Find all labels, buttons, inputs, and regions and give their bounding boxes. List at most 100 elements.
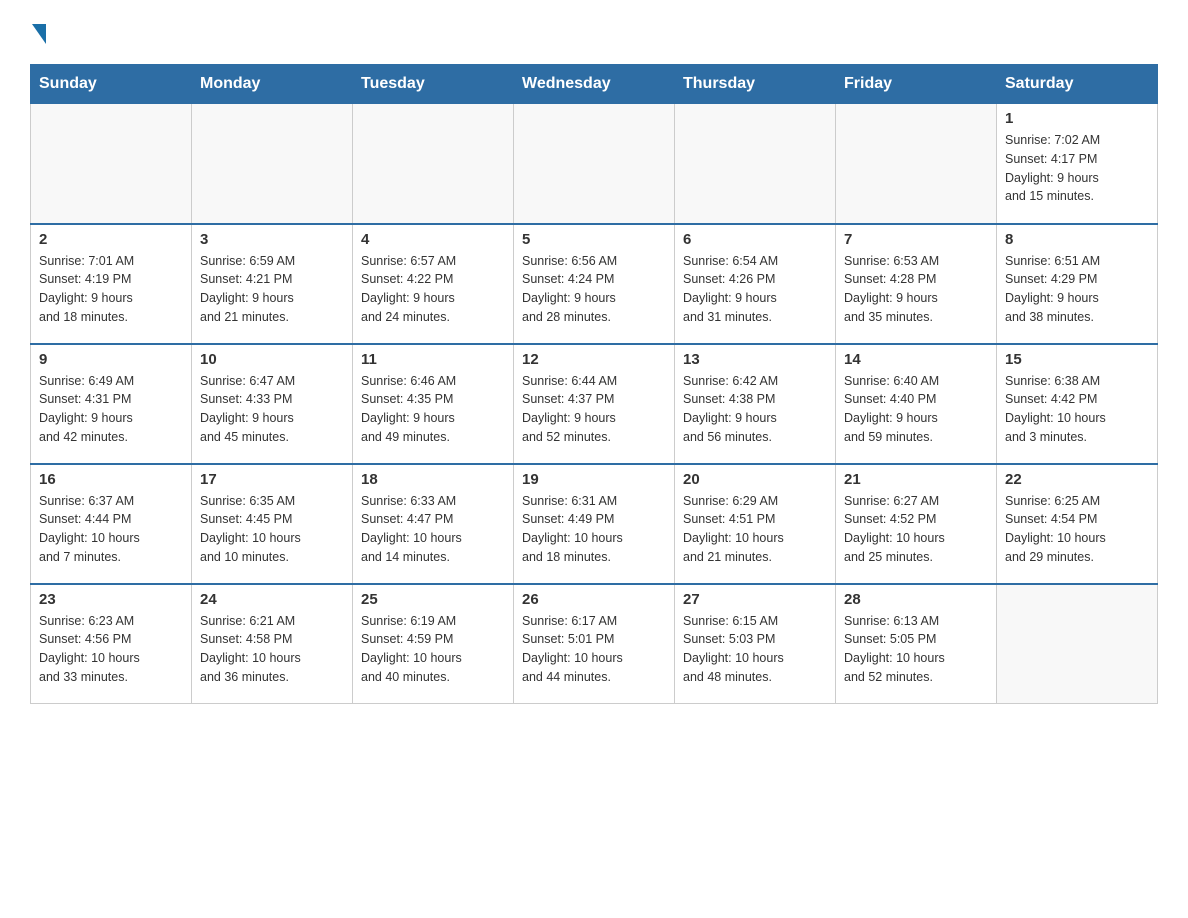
day-number: 6 bbox=[683, 231, 827, 248]
calendar-week-row: 9 Sunrise: 6:49 AM Sunset: 4:31 PM Daylig… bbox=[31, 344, 1158, 464]
weekday-header-sunday: Sunday bbox=[31, 65, 192, 104]
logo-triangle-icon bbox=[32, 24, 46, 44]
calendar-day-cell: 27 Sunrise: 6:15 AM Sunset: 5:03 PM Dayli… bbox=[675, 584, 836, 704]
weekday-header-row: SundayMondayTuesdayWednesdayThursdayFrid… bbox=[31, 65, 1158, 104]
day-info: Sunrise: 6:44 AM Sunset: 4:37 PM Dayligh… bbox=[522, 372, 666, 447]
day-info: Sunrise: 6:17 AM Sunset: 5:01 PM Dayligh… bbox=[522, 612, 666, 687]
calendar-day-cell: 16 Sunrise: 6:37 AM Sunset: 4:44 PM Dayli… bbox=[31, 464, 192, 584]
calendar-week-row: 16 Sunrise: 6:37 AM Sunset: 4:44 PM Dayli… bbox=[31, 464, 1158, 584]
day-number: 15 bbox=[1005, 351, 1149, 368]
calendar-day-cell: 19 Sunrise: 6:31 AM Sunset: 4:49 PM Dayli… bbox=[514, 464, 675, 584]
day-number: 5 bbox=[522, 231, 666, 248]
calendar-day-cell: 28 Sunrise: 6:13 AM Sunset: 5:05 PM Dayli… bbox=[836, 584, 997, 704]
calendar-day-cell: 24 Sunrise: 6:21 AM Sunset: 4:58 PM Dayli… bbox=[192, 584, 353, 704]
day-info: Sunrise: 6:31 AM Sunset: 4:49 PM Dayligh… bbox=[522, 492, 666, 567]
day-info: Sunrise: 6:25 AM Sunset: 4:54 PM Dayligh… bbox=[1005, 492, 1149, 567]
day-info: Sunrise: 7:01 AM Sunset: 4:19 PM Dayligh… bbox=[39, 252, 183, 327]
calendar-day-cell: 7 Sunrise: 6:53 AM Sunset: 4:28 PM Daylig… bbox=[836, 224, 997, 344]
day-number: 3 bbox=[200, 231, 344, 248]
day-number: 13 bbox=[683, 351, 827, 368]
calendar-day-cell: 21 Sunrise: 6:27 AM Sunset: 4:52 PM Dayli… bbox=[836, 464, 997, 584]
day-number: 28 bbox=[844, 591, 988, 608]
calendar-day-cell bbox=[353, 104, 514, 224]
day-info: Sunrise: 6:37 AM Sunset: 4:44 PM Dayligh… bbox=[39, 492, 183, 567]
day-info: Sunrise: 6:40 AM Sunset: 4:40 PM Dayligh… bbox=[844, 372, 988, 447]
day-info: Sunrise: 6:38 AM Sunset: 4:42 PM Dayligh… bbox=[1005, 372, 1149, 447]
calendar-week-row: 2 Sunrise: 7:01 AM Sunset: 4:19 PM Daylig… bbox=[31, 224, 1158, 344]
calendar-day-cell: 26 Sunrise: 6:17 AM Sunset: 5:01 PM Dayli… bbox=[514, 584, 675, 704]
day-number: 4 bbox=[361, 231, 505, 248]
day-number: 12 bbox=[522, 351, 666, 368]
logo bbox=[30, 20, 46, 44]
day-info: Sunrise: 6:13 AM Sunset: 5:05 PM Dayligh… bbox=[844, 612, 988, 687]
day-info: Sunrise: 6:27 AM Sunset: 4:52 PM Dayligh… bbox=[844, 492, 988, 567]
calendar-day-cell bbox=[675, 104, 836, 224]
calendar-day-cell: 10 Sunrise: 6:47 AM Sunset: 4:33 PM Dayli… bbox=[192, 344, 353, 464]
day-number: 20 bbox=[683, 471, 827, 488]
calendar-day-cell: 11 Sunrise: 6:46 AM Sunset: 4:35 PM Dayli… bbox=[353, 344, 514, 464]
day-number: 26 bbox=[522, 591, 666, 608]
weekday-header-tuesday: Tuesday bbox=[353, 65, 514, 104]
day-number: 21 bbox=[844, 471, 988, 488]
day-number: 8 bbox=[1005, 231, 1149, 248]
day-info: Sunrise: 6:29 AM Sunset: 4:51 PM Dayligh… bbox=[683, 492, 827, 567]
day-number: 24 bbox=[200, 591, 344, 608]
calendar-day-cell: 20 Sunrise: 6:29 AM Sunset: 4:51 PM Dayli… bbox=[675, 464, 836, 584]
page-header bbox=[30, 20, 1158, 44]
calendar-week-row: 1 Sunrise: 7:02 AM Sunset: 4:17 PM Daylig… bbox=[31, 104, 1158, 224]
calendar-table: SundayMondayTuesdayWednesdayThursdayFrid… bbox=[30, 64, 1158, 704]
weekday-header-friday: Friday bbox=[836, 65, 997, 104]
calendar-day-cell: 14 Sunrise: 6:40 AM Sunset: 4:40 PM Dayli… bbox=[836, 344, 997, 464]
day-info: Sunrise: 6:15 AM Sunset: 5:03 PM Dayligh… bbox=[683, 612, 827, 687]
weekday-header-thursday: Thursday bbox=[675, 65, 836, 104]
calendar-day-cell: 12 Sunrise: 6:44 AM Sunset: 4:37 PM Dayli… bbox=[514, 344, 675, 464]
day-number: 2 bbox=[39, 231, 183, 248]
day-number: 27 bbox=[683, 591, 827, 608]
calendar-day-cell: 23 Sunrise: 6:23 AM Sunset: 4:56 PM Dayli… bbox=[31, 584, 192, 704]
day-info: Sunrise: 6:56 AM Sunset: 4:24 PM Dayligh… bbox=[522, 252, 666, 327]
day-number: 9 bbox=[39, 351, 183, 368]
day-info: Sunrise: 6:51 AM Sunset: 4:29 PM Dayligh… bbox=[1005, 252, 1149, 327]
calendar-day-cell: 13 Sunrise: 6:42 AM Sunset: 4:38 PM Dayli… bbox=[675, 344, 836, 464]
calendar-day-cell bbox=[31, 104, 192, 224]
day-info: Sunrise: 6:23 AM Sunset: 4:56 PM Dayligh… bbox=[39, 612, 183, 687]
day-number: 16 bbox=[39, 471, 183, 488]
calendar-day-cell: 25 Sunrise: 6:19 AM Sunset: 4:59 PM Dayli… bbox=[353, 584, 514, 704]
day-number: 11 bbox=[361, 351, 505, 368]
day-info: Sunrise: 6:46 AM Sunset: 4:35 PM Dayligh… bbox=[361, 372, 505, 447]
calendar-day-cell: 22Sunrise: 6:25 AM Sunset: 4:54 PM Dayli… bbox=[997, 464, 1158, 584]
calendar-day-cell: 1 Sunrise: 7:02 AM Sunset: 4:17 PM Daylig… bbox=[997, 104, 1158, 224]
weekday-header-monday: Monday bbox=[192, 65, 353, 104]
weekday-header-wednesday: Wednesday bbox=[514, 65, 675, 104]
day-number: 25 bbox=[361, 591, 505, 608]
day-info: Sunrise: 6:33 AM Sunset: 4:47 PM Dayligh… bbox=[361, 492, 505, 567]
day-info: Sunrise: 6:49 AM Sunset: 4:31 PM Dayligh… bbox=[39, 372, 183, 447]
calendar-day-cell: 6 Sunrise: 6:54 AM Sunset: 4:26 PM Daylig… bbox=[675, 224, 836, 344]
day-number: 17 bbox=[200, 471, 344, 488]
day-number: 23 bbox=[39, 591, 183, 608]
calendar-day-cell: 3Sunrise: 6:59 AM Sunset: 4:21 PM Daylig… bbox=[192, 224, 353, 344]
day-info: Sunrise: 6:54 AM Sunset: 4:26 PM Dayligh… bbox=[683, 252, 827, 327]
calendar-day-cell: 8 Sunrise: 6:51 AM Sunset: 4:29 PM Daylig… bbox=[997, 224, 1158, 344]
day-info: Sunrise: 6:47 AM Sunset: 4:33 PM Dayligh… bbox=[200, 372, 344, 447]
day-info: Sunrise: 6:42 AM Sunset: 4:38 PM Dayligh… bbox=[683, 372, 827, 447]
day-info: Sunrise: 7:02 AM Sunset: 4:17 PM Dayligh… bbox=[1005, 131, 1149, 206]
calendar-day-cell: 15 Sunrise: 6:38 AM Sunset: 4:42 PM Dayli… bbox=[997, 344, 1158, 464]
day-info: Sunrise: 6:19 AM Sunset: 4:59 PM Dayligh… bbox=[361, 612, 505, 687]
calendar-day-cell: 17 Sunrise: 6:35 AM Sunset: 4:45 PM Dayli… bbox=[192, 464, 353, 584]
calendar-day-cell: 18Sunrise: 6:33 AM Sunset: 4:47 PM Dayli… bbox=[353, 464, 514, 584]
day-number: 19 bbox=[522, 471, 666, 488]
calendar-day-cell: 5 Sunrise: 6:56 AM Sunset: 4:24 PM Daylig… bbox=[514, 224, 675, 344]
day-info: Sunrise: 6:21 AM Sunset: 4:58 PM Dayligh… bbox=[200, 612, 344, 687]
day-info: Sunrise: 6:35 AM Sunset: 4:45 PM Dayligh… bbox=[200, 492, 344, 567]
calendar-day-cell bbox=[514, 104, 675, 224]
calendar-week-row: 23 Sunrise: 6:23 AM Sunset: 4:56 PM Dayli… bbox=[31, 584, 1158, 704]
day-number: 14 bbox=[844, 351, 988, 368]
day-number: 7 bbox=[844, 231, 988, 248]
calendar-day-cell bbox=[997, 584, 1158, 704]
weekday-header-saturday: Saturday bbox=[997, 65, 1158, 104]
calendar-day-cell: 4Sunrise: 6:57 AM Sunset: 4:22 PM Daylig… bbox=[353, 224, 514, 344]
day-number: 1 bbox=[1005, 110, 1149, 127]
day-info: Sunrise: 6:53 AM Sunset: 4:28 PM Dayligh… bbox=[844, 252, 988, 327]
day-number: 10 bbox=[200, 351, 344, 368]
